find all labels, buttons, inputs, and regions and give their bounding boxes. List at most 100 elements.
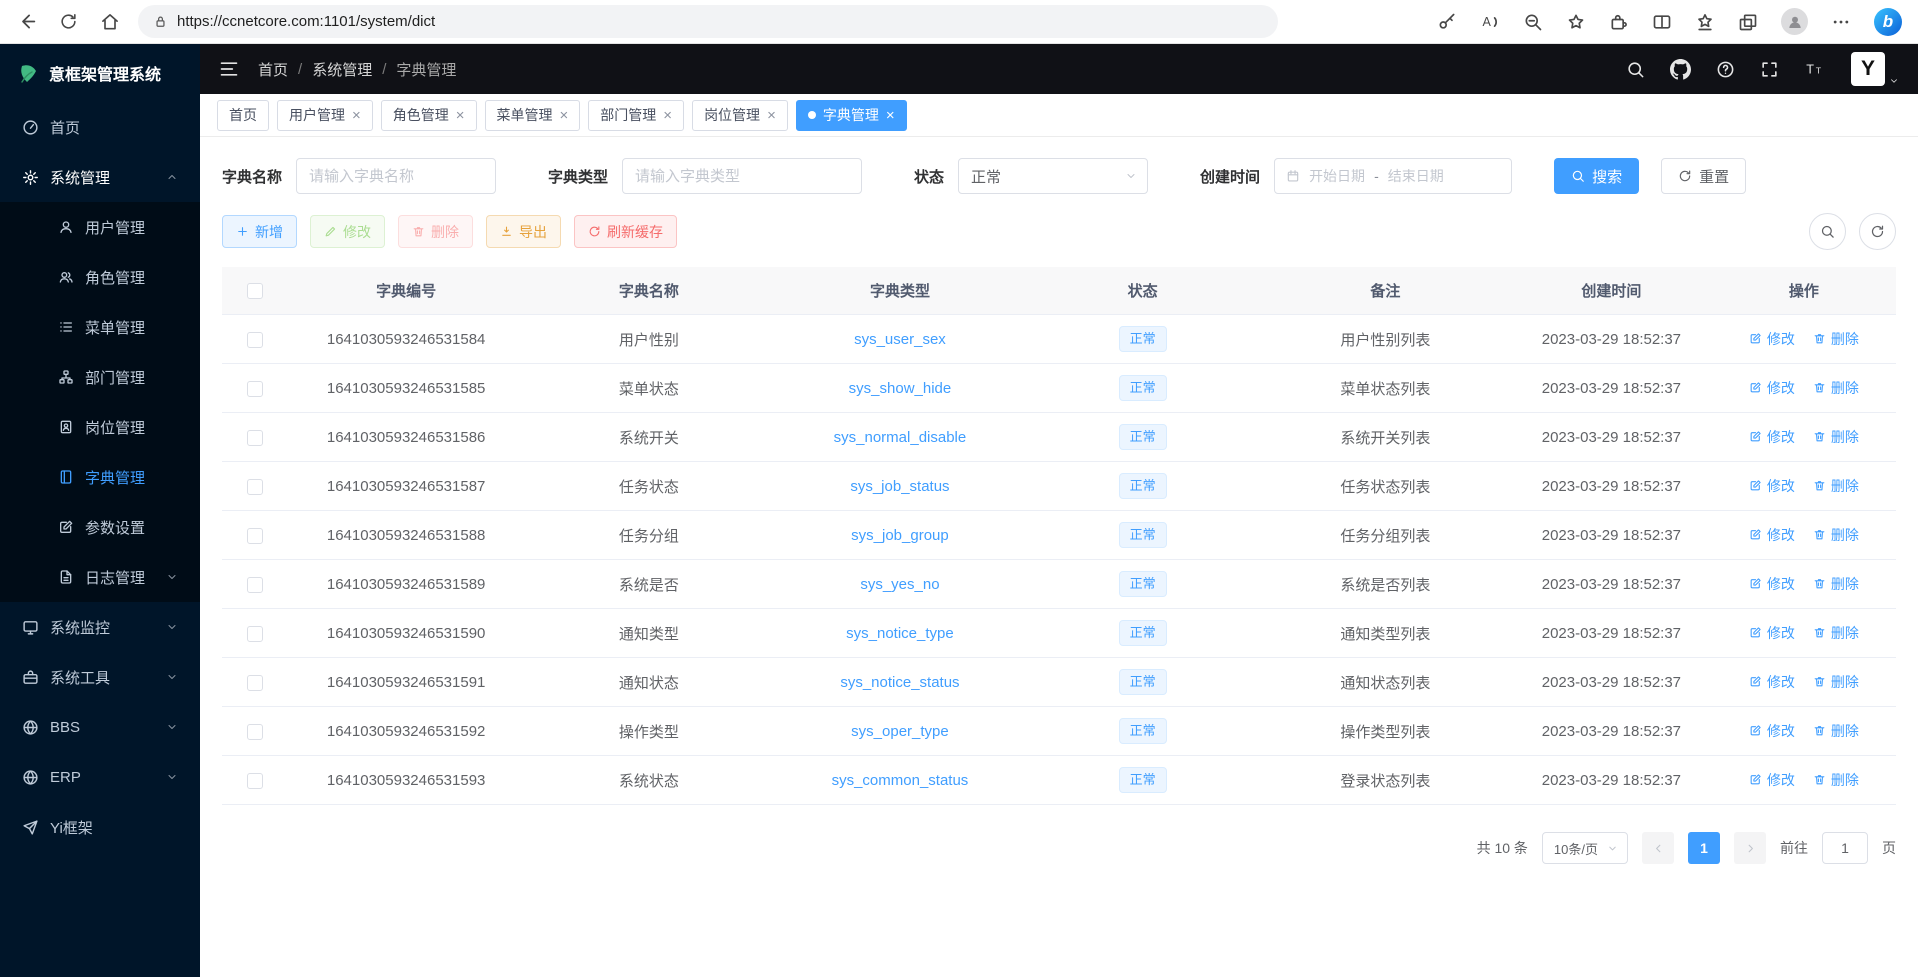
github-icon[interactable] [1670, 59, 1691, 80]
zoom-out-icon[interactable] [1523, 12, 1543, 32]
tab-user-mgmt[interactable]: 用户管理× [277, 100, 373, 131]
page-number-current[interactable]: 1 [1688, 832, 1720, 864]
search-button[interactable]: 搜索 [1554, 158, 1639, 194]
key-icon[interactable] [1437, 12, 1457, 32]
page-size-select[interactable]: 10条/页 [1542, 832, 1628, 864]
row-checkbox[interactable] [247, 577, 263, 593]
next-page-button[interactable] [1734, 832, 1766, 864]
row-checkbox[interactable] [247, 528, 263, 544]
delete-row-link[interactable]: 删除 [1813, 525, 1859, 545]
delete-row-link[interactable]: 删除 [1813, 378, 1859, 398]
sidebar-item-log-mgmt[interactable]: 日志管理 [0, 552, 200, 602]
edit-row-link[interactable]: 修改 [1749, 574, 1795, 594]
row-checkbox[interactable] [247, 626, 263, 642]
select-all-checkbox[interactable] [247, 283, 263, 299]
more-icon[interactable] [1831, 12, 1851, 32]
refresh-icon[interactable] [59, 12, 78, 31]
refresh-cache-button[interactable]: 刷新缓存 [574, 215, 677, 248]
dict-type-link[interactable]: sys_common_status [832, 772, 969, 789]
refresh-table-button[interactable] [1859, 213, 1896, 250]
dict-type-link[interactable]: sys_show_hide [849, 380, 952, 397]
close-icon[interactable]: × [352, 108, 361, 123]
sidebar-item-menu-mgmt[interactable]: 菜单管理 [0, 302, 200, 352]
add-button[interactable]: 新增 [222, 215, 297, 248]
split-screen-icon[interactable] [1652, 12, 1672, 32]
tab-role-mgmt[interactable]: 角色管理× [381, 100, 477, 131]
delete-row-link[interactable]: 删除 [1813, 427, 1859, 447]
sidebar-item-system-monitor[interactable]: 系统监控 [0, 602, 200, 652]
row-checkbox[interactable] [247, 773, 263, 789]
sidebar-item-system-mgmt[interactable]: 系统管理 [0, 152, 200, 202]
font-size-icon[interactable]: TT [1804, 60, 1826, 79]
breadcrumb-system-mgmt[interactable]: 系统管理 [312, 59, 372, 80]
tab-menu-mgmt[interactable]: 菜单管理× [485, 100, 581, 131]
delete-row-link[interactable]: 删除 [1813, 476, 1859, 496]
sidebar-item-post-mgmt[interactable]: 岗位管理 [0, 402, 200, 452]
row-checkbox[interactable] [247, 332, 263, 348]
delete-row-link[interactable]: 删除 [1813, 623, 1859, 643]
row-checkbox[interactable] [247, 381, 263, 397]
sidebar-item-erp[interactable]: ERP [0, 752, 200, 802]
dict-type-link[interactable]: sys_job_group [851, 527, 949, 544]
edit-row-link[interactable]: 修改 [1749, 672, 1795, 692]
edit-row-link[interactable]: 修改 [1749, 378, 1795, 398]
sidebar-item-home[interactable]: 首页 [0, 102, 200, 152]
edit-row-link[interactable]: 修改 [1749, 525, 1795, 545]
close-icon[interactable]: × [560, 108, 569, 123]
dict-type-link[interactable]: sys_oper_type [851, 723, 949, 740]
status-select[interactable]: 正常 [958, 158, 1148, 194]
fullscreen-icon[interactable] [1760, 60, 1779, 79]
show-search-toggle[interactable] [1809, 213, 1846, 250]
edit-row-link[interactable]: 修改 [1749, 770, 1795, 790]
edit-row-link[interactable]: 修改 [1749, 427, 1795, 447]
dict-type-link[interactable]: sys_user_sex [854, 331, 946, 348]
tab-post-mgmt[interactable]: 岗位管理× [692, 100, 788, 131]
sidebar-item-role-mgmt[interactable]: 角色管理 [0, 252, 200, 302]
favorites-bar-icon[interactable] [1695, 12, 1715, 32]
close-icon[interactable]: × [767, 108, 776, 123]
edit-row-link[interactable]: 修改 [1749, 476, 1795, 496]
read-aloud-icon[interactable]: A [1480, 12, 1500, 32]
delete-row-link[interactable]: 删除 [1813, 672, 1859, 692]
edit-button[interactable]: 修改 [310, 215, 385, 248]
delete-button[interactable]: 删除 [398, 215, 473, 248]
goto-page-input[interactable] [1822, 832, 1868, 864]
hamburger-icon[interactable] [219, 59, 239, 79]
collections-icon[interactable] [1738, 12, 1758, 32]
breadcrumb-home[interactable]: 首页 [258, 59, 288, 80]
help-icon[interactable] [1716, 60, 1735, 79]
export-button[interactable]: 导出 [486, 215, 561, 248]
close-icon[interactable]: × [663, 108, 672, 123]
tab-home[interactable]: 首页 [217, 100, 269, 131]
favorites-add-icon[interactable] [1566, 12, 1586, 32]
sidebar-item-system-tools[interactable]: 系统工具 [0, 652, 200, 702]
dict-type-link[interactable]: sys_yes_no [860, 576, 939, 593]
dict-type-link[interactable]: sys_notice_type [846, 625, 954, 642]
sidebar-item-param-settings[interactable]: 参数设置 [0, 502, 200, 552]
delete-row-link[interactable]: 删除 [1813, 770, 1859, 790]
dict-type-link[interactable]: sys_notice_status [840, 674, 959, 691]
extensions-icon[interactable] [1609, 12, 1629, 32]
date-range-picker[interactable]: 开始日期 - 结束日期 [1274, 158, 1512, 194]
row-checkbox[interactable] [247, 430, 263, 446]
lock-icon[interactable] [153, 14, 168, 29]
delete-row-link[interactable]: 删除 [1813, 329, 1859, 349]
address-bar[interactable]: https://ccnetcore.com:1101/system/dict [138, 5, 1278, 38]
row-checkbox[interactable] [247, 479, 263, 495]
edit-row-link[interactable]: 修改 [1749, 329, 1795, 349]
close-icon[interactable]: × [886, 108, 895, 123]
row-checkbox[interactable] [247, 724, 263, 740]
dict-type-link[interactable]: sys_job_status [850, 478, 949, 495]
dict-name-input[interactable] [296, 158, 496, 194]
tab-dept-mgmt[interactable]: 部门管理× [588, 100, 684, 131]
dict-type-link[interactable]: sys_normal_disable [834, 429, 967, 446]
delete-row-link[interactable]: 删除 [1813, 721, 1859, 741]
sidebar-item-dict-mgmt[interactable]: 字典管理 [0, 452, 200, 502]
edit-row-link[interactable]: 修改 [1749, 623, 1795, 643]
home-icon[interactable] [100, 12, 120, 32]
sidebar-item-dept-mgmt[interactable]: 部门管理 [0, 352, 200, 402]
copilot-icon[interactable]: b [1874, 8, 1902, 36]
tab-dict-mgmt[interactable]: 字典管理× [796, 100, 907, 131]
sidebar-item-bbs[interactable]: BBS [0, 702, 200, 752]
back-icon[interactable] [16, 11, 37, 32]
